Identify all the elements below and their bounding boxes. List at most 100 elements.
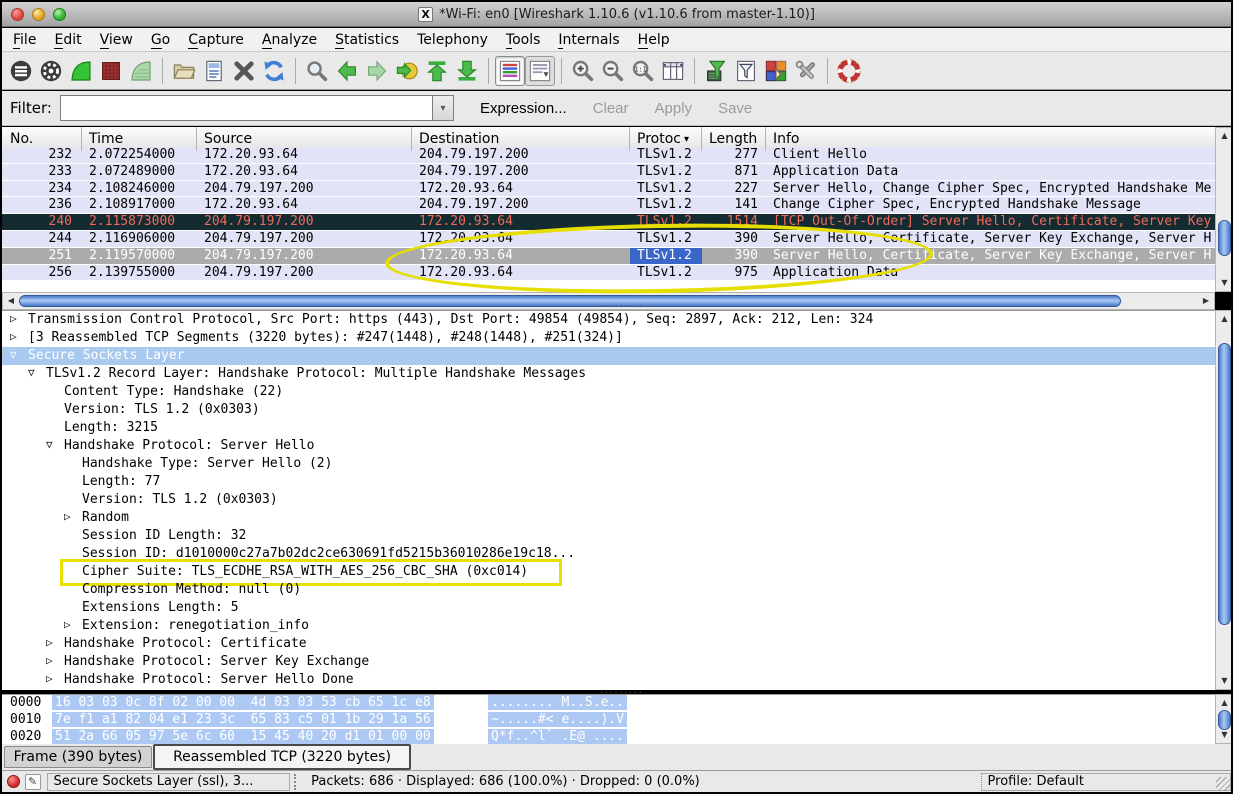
coloring-rules-icon[interactable] — [761, 56, 791, 86]
capture-options-icon[interactable] — [36, 56, 66, 86]
packet-row-236[interactable]: 2362.108917000172.20.93.64204.79.197.200… — [2, 197, 1215, 214]
menu-file[interactable]: File — [4, 32, 45, 48]
save-button[interactable]: Save — [718, 100, 752, 117]
go-bottom-icon[interactable] — [452, 56, 482, 86]
packet-row-234[interactable]: 2342.108246000204.79.197.200172.20.93.64… — [2, 181, 1215, 198]
scroll-thumb[interactable] — [1218, 343, 1231, 625]
packet-row-233[interactable]: 2332.072489000172.20.93.64204.79.197.200… — [2, 164, 1215, 181]
expression-button[interactable]: Expression... — [480, 100, 567, 117]
scroll-down-icon[interactable]: ▼ — [1216, 728, 1233, 742]
zoom-normal-icon[interactable]: 1:1 — [628, 56, 658, 86]
expand-icon[interactable]: ▷ — [46, 654, 53, 667]
menu-analyze[interactable]: Analyze — [253, 32, 326, 48]
detail-line-8[interactable]: Handshake Type: Server Hello (2) — [2, 455, 1215, 473]
collapse-icon[interactable]: ▽ — [10, 348, 17, 361]
zoom-out-icon[interactable] — [598, 56, 628, 86]
scroll-down-icon[interactable]: ▼ — [1216, 276, 1233, 290]
menu-go[interactable]: Go — [142, 32, 179, 48]
packet-row-256[interactable]: 2562.139755000204.79.197.200172.20.93.64… — [2, 265, 1215, 282]
expand-icon[interactable]: ▷ — [64, 510, 71, 523]
detail-line-4[interactable]: Content Type: Handshake (22) — [2, 383, 1215, 401]
packet-row-244[interactable]: 2442.116906000204.79.197.200172.20.93.64… — [2, 231, 1215, 248]
hex-vscrollbar[interactable]: ▲ ▼ — [1215, 694, 1233, 744]
detail-line-17[interactable]: ▷Extension: renegotiation_info — [2, 617, 1215, 635]
menu-statistics[interactable]: Statistics — [326, 32, 408, 48]
profile-status[interactable]: Profile: Default — [981, 773, 1231, 791]
goto-packet-icon[interactable] — [392, 56, 422, 86]
apply-button[interactable]: Apply — [655, 100, 693, 117]
menu-view[interactable]: View — [91, 32, 142, 48]
expand-icon[interactable]: ▷ — [46, 636, 53, 649]
packet-row-240[interactable]: 2402.115873000204.79.197.200172.20.93.64… — [2, 214, 1215, 231]
collapse-icon[interactable]: ▽ — [46, 438, 53, 451]
detail-line-2[interactable]: ▽Secure Sockets Layer — [2, 347, 1215, 365]
detail-line-1[interactable]: ▷[3 Reassembled TCP Segments (3220 bytes… — [2, 329, 1215, 347]
detail-line-11[interactable]: ▷Random — [2, 509, 1215, 527]
close-file-icon[interactable] — [229, 56, 259, 86]
reload-icon[interactable] — [259, 56, 289, 86]
detail-line-14[interactable]: Cipher Suite: TLS_ECDHE_RSA_WITH_AES_256… — [2, 563, 1215, 581]
back-icon[interactable] — [332, 56, 362, 86]
hex-ascii[interactable]: ~.....#< e....).V — [488, 712, 627, 727]
menu-edit[interactable]: Edit — [45, 32, 90, 48]
hex-ascii[interactable]: Q*f..^l` .E@ .... — [488, 729, 627, 744]
menu-telephony[interactable]: Telephony — [408, 32, 497, 48]
filter-dropdown-icon[interactable]: ▾ — [432, 95, 454, 121]
capture-filter-icon[interactable] — [701, 56, 731, 86]
hex-bytes[interactable]: 7e f1 a1 82 04 e1 23 3c 65 83 c5 01 1b 2… — [52, 712, 434, 727]
scroll-left-icon[interactable]: ◀ — [4, 293, 18, 309]
tab-frame[interactable]: Frame (390 bytes) — [4, 746, 152, 768]
detail-line-3[interactable]: ▽TLSv1.2 Record Layer: Handshake Protoco… — [2, 365, 1215, 383]
scroll-up-icon[interactable]: ▲ — [1216, 129, 1233, 143]
colorize-toggle[interactable] — [495, 56, 525, 86]
collapse-icon[interactable]: ▽ — [28, 366, 35, 379]
packet-row-232[interactable]: 2322.072254000172.20.93.64204.79.197.200… — [2, 147, 1215, 164]
zoom-in-icon[interactable] — [568, 56, 598, 86]
detail-line-15[interactable]: Compression Method: null (0) — [2, 581, 1215, 599]
tab-reassembled-tcp[interactable]: Reassembled TCP (3220 bytes) — [153, 744, 411, 770]
expand-icon[interactable]: ▷ — [64, 618, 71, 631]
scroll-thumb[interactable] — [19, 295, 1121, 307]
detail-line-5[interactable]: Version: TLS 1.2 (0x0303) — [2, 401, 1215, 419]
interfaces-icon[interactable] — [6, 56, 36, 86]
expert-info-icon[interactable] — [7, 775, 20, 788]
menu-help[interactable]: Help — [629, 32, 679, 48]
scroll-down-icon[interactable]: ▼ — [1216, 674, 1233, 688]
expand-icon[interactable]: ▷ — [46, 672, 53, 685]
hex-ascii[interactable]: ........ M..S.e.. — [488, 695, 627, 710]
packet-row-251[interactable]: 2512.119570000204.79.197.200172.20.93.64… — [2, 248, 1215, 265]
clear-button[interactable]: Clear — [593, 100, 629, 117]
scroll-up-icon[interactable]: ▲ — [1216, 312, 1233, 326]
hex-bytes[interactable]: 16 03 03 0c 8f 02 00 00 4d 03 03 53 cb 6… — [52, 695, 434, 710]
start-capture-icon[interactable] — [66, 56, 96, 86]
display-filter-icon[interactable] — [731, 56, 761, 86]
expand-icon[interactable]: ▷ — [10, 312, 17, 325]
detail-line-9[interactable]: Length: 77 — [2, 473, 1215, 491]
details-vscrollbar[interactable]: ▲ ▼ — [1215, 310, 1233, 690]
detail-line-18[interactable]: ▷Handshake Protocol: Certificate — [2, 635, 1215, 653]
capture-comment-icon[interactable]: ✎ — [25, 774, 41, 790]
detail-line-10[interactable]: Version: TLS 1.2 (0x0303) — [2, 491, 1215, 509]
find-icon[interactable] — [302, 56, 332, 86]
menu-internals[interactable]: Internals — [549, 32, 628, 48]
resize-grip[interactable] — [1216, 777, 1230, 791]
resize-columns-icon[interactable] — [658, 56, 688, 86]
stop-capture-icon[interactable] — [96, 56, 126, 86]
filter-input[interactable] — [60, 95, 432, 121]
menu-capture[interactable]: Capture — [179, 32, 253, 48]
help-icon[interactable] — [834, 56, 864, 86]
packet-list-hscrollbar[interactable]: ◀ ▶ — [2, 292, 1215, 310]
detail-line-0[interactable]: ▷Transmission Control Protocol, Src Port… — [2, 311, 1215, 329]
detail-line-19[interactable]: ▷Handshake Protocol: Server Key Exchange — [2, 653, 1215, 671]
go-top-icon[interactable] — [422, 56, 452, 86]
forward-icon[interactable] — [362, 56, 392, 86]
detail-line-7[interactable]: ▽Handshake Protocol: Server Hello — [2, 437, 1215, 455]
packet-list-vscrollbar[interactable]: ▲ ▼ — [1215, 127, 1233, 292]
autoscroll-toggle[interactable] — [525, 56, 555, 86]
menu-tools[interactable]: Tools — [497, 32, 550, 48]
scroll-up-icon[interactable]: ▲ — [1216, 696, 1233, 710]
detail-line-6[interactable]: Length: 3215 — [2, 419, 1215, 437]
open-file-icon[interactable] — [169, 56, 199, 86]
scroll-thumb[interactable] — [1218, 710, 1231, 730]
restart-capture-icon[interactable] — [126, 56, 156, 86]
